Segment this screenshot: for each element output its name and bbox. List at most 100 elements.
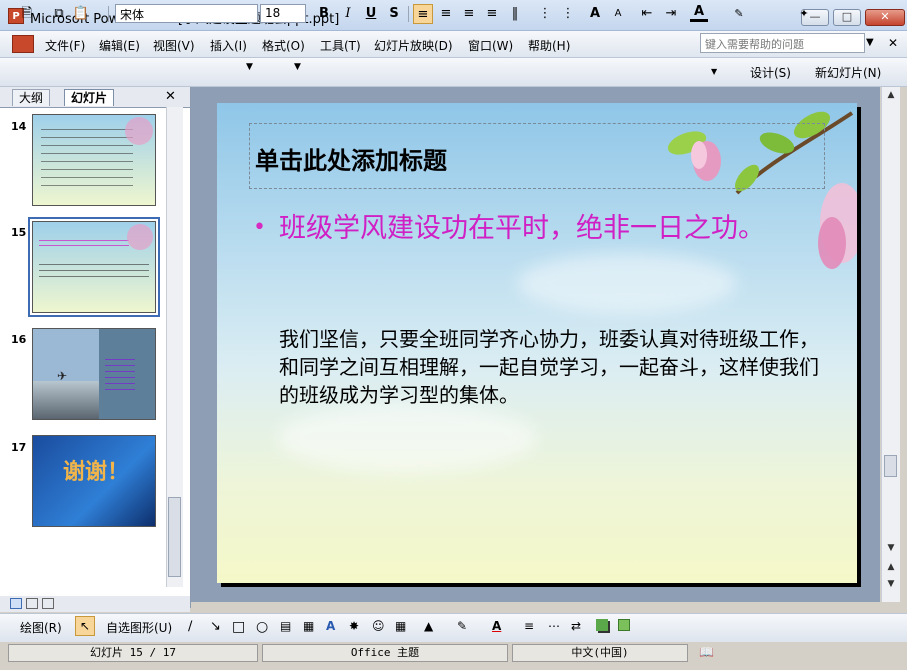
3d-style-icon[interactable] (618, 619, 630, 631)
font-color-icon[interactable]: A (492, 619, 501, 633)
font-size-select[interactable]: 18 (260, 4, 306, 23)
normal-view-icon[interactable] (10, 598, 22, 609)
scrollbar-thumb[interactable] (884, 455, 897, 477)
chevron-down-icon[interactable]: ▼ (246, 62, 253, 72)
shadow-button[interactable]: S (386, 4, 402, 24)
scrollbar-thumb[interactable] (168, 497, 181, 577)
document-icon[interactable] (12, 35, 34, 53)
slide-sorter-icon[interactable] (26, 598, 38, 609)
airplane-icon: ✈ (57, 369, 68, 383)
slide-thumbnail-17[interactable]: 谢谢！ (32, 435, 156, 527)
design-button[interactable]: 设计(S) (750, 64, 791, 81)
bulleted-list-icon[interactable]: ⋮ (559, 4, 577, 24)
tab-outline[interactable]: 大纲 (12, 89, 51, 106)
decrease-indent-icon[interactable]: ⇤ (638, 4, 656, 24)
menu-help[interactable]: 帮助(H) (528, 37, 570, 54)
slide-number: 15 (11, 226, 27, 239)
next-slide-icon[interactable]: ▼ (883, 576, 899, 592)
bold-button[interactable]: B (316, 4, 332, 24)
increase-indent-icon[interactable]: ⇥ (662, 4, 680, 24)
picture-icon[interactable]: ▦ (395, 619, 406, 633)
menu-edit[interactable]: 编辑(E) (99, 37, 140, 54)
diagram-icon[interactable]: ✸ (349, 619, 359, 633)
draw-menu-button[interactable]: 绘图(R) (20, 619, 62, 636)
help-dropdown-icon[interactable]: ▼ (866, 37, 874, 48)
current-slide[interactable]: 单击此处添加标题 • 班级学风建设功在平时，绝非一日之功。 我们坚信，只要全班同… (217, 103, 857, 583)
pane-close-icon[interactable]: ✕ (165, 89, 176, 104)
slide-thumbnail-15[interactable] (32, 221, 156, 313)
wordart-icon[interactable]: A (326, 619, 335, 633)
font-color-icon[interactable]: A (690, 4, 708, 22)
new-slide-icon: ✦ (799, 7, 809, 20)
theme-status: Office 主题 (262, 644, 508, 662)
body-text[interactable]: 我们坚信，只要全班同学齐心协力，班委认真对待班级工作，和同学之间互相理解，一起自… (279, 325, 819, 409)
slideshow-view-icon[interactable] (42, 598, 54, 609)
slide-title[interactable]: 单击此处添加标题 (255, 141, 447, 176)
shadow-style-icon[interactable] (596, 619, 608, 631)
increase-font-icon[interactable]: A (586, 4, 604, 24)
select-pointer-icon[interactable]: ↖ (75, 616, 95, 636)
oval-tool-icon[interactable]: ○ (256, 619, 268, 635)
menu-file[interactable]: 文件(F) (45, 37, 85, 54)
arrow-tool-icon[interactable]: ↘ (210, 619, 221, 634)
decrease-font-icon[interactable]: A (609, 4, 627, 24)
vertical-textbox-icon[interactable]: ▦ (303, 619, 314, 633)
menu-view[interactable]: 视图(V) (153, 37, 195, 54)
thumbnail-bullet-lines (39, 240, 129, 250)
slide-position-status: 幻灯片 15 / 17 (8, 644, 258, 662)
maximize-button[interactable]: □ (833, 9, 861, 26)
thumbnail-text-lines (105, 359, 135, 395)
cloud-decoration (277, 403, 537, 473)
previous-slide-icon[interactable]: ▲ (883, 559, 899, 575)
bullet-text[interactable]: 班级学风建设功在平时，绝非一日之功。 (279, 211, 799, 247)
help-search-input[interactable]: 键入需要帮助的问题 (700, 33, 865, 53)
line-tool-icon[interactable]: ∕ (188, 619, 192, 634)
autoshapes-button[interactable]: 自选图形(U) (106, 619, 172, 636)
line-color-icon[interactable]: ✎ (457, 619, 467, 633)
new-document-icon[interactable]: 🗎 (18, 4, 36, 24)
slides-pane-scrollbar[interactable] (166, 107, 183, 587)
paste-icon[interactable]: 📋 (72, 4, 90, 24)
distribute-icon[interactable]: ‖ (506, 4, 524, 24)
menu-format[interactable]: 格式(O) (262, 37, 305, 54)
justify-icon[interactable]: ≡ (483, 4, 501, 24)
textbox-tool-icon[interactable]: ▤ (280, 619, 291, 633)
align-left-icon[interactable]: ≡ (413, 4, 433, 24)
slide-number: 17 (11, 441, 27, 454)
scroll-down-icon[interactable]: ▼ (883, 540, 899, 556)
menu-insert[interactable]: 插入(I) (210, 37, 247, 54)
menu-slideshow[interactable]: 幻灯片放映(D) (374, 37, 453, 54)
slide-scrollbar[interactable]: ▲ ▼ ▲ ▼ (881, 87, 900, 602)
fill-color-icon[interactable]: ▲ (424, 619, 433, 633)
new-slide-button[interactable]: 新幻灯片(N) (815, 64, 881, 81)
slide-thumbnail-16[interactable]: ✈ (32, 328, 156, 420)
chevron-down-icon[interactable]: ▼ (711, 67, 717, 76)
close-button[interactable]: ✕ (865, 9, 905, 26)
slide-thumbnail-14[interactable] (32, 114, 156, 206)
menu-tools[interactable]: 工具(T) (320, 37, 361, 54)
thumbnail-text-lines (39, 264, 149, 282)
tab-slides[interactable]: 幻灯片 (64, 89, 115, 106)
underline-button[interactable]: U (363, 4, 379, 24)
chevron-down-icon[interactable]: ▼ (294, 62, 301, 72)
numbered-list-icon[interactable]: ⋮ (536, 4, 554, 24)
font-name-select[interactable]: 宋体 (115, 4, 258, 23)
arrow-style-icon[interactable]: ⇄ (571, 619, 581, 633)
dash-style-icon[interactable]: ⋯ (548, 619, 560, 633)
clipart-icon[interactable]: ☺ (372, 619, 385, 633)
flower-decoration (127, 224, 153, 250)
runway-image (33, 381, 99, 419)
document-close-icon[interactable]: ✕ (888, 36, 898, 50)
menu-window[interactable]: 窗口(W) (468, 37, 513, 54)
align-center-icon[interactable]: ≡ (437, 4, 455, 24)
flower-decoration (125, 117, 153, 145)
thumbnail-text-lines (41, 129, 133, 189)
italic-button[interactable]: I (340, 4, 356, 24)
copy-icon[interactable]: ⧉ (50, 4, 68, 24)
spelling-check-icon[interactable]: 📖 (699, 645, 714, 659)
rectangle-tool-icon[interactable]: □ (232, 619, 245, 635)
scroll-up-icon[interactable]: ▲ (883, 87, 899, 103)
line-style-icon[interactable]: ≡ (524, 619, 534, 633)
language-status: 中文(中国) (512, 644, 688, 662)
align-right-icon[interactable]: ≡ (460, 4, 478, 24)
